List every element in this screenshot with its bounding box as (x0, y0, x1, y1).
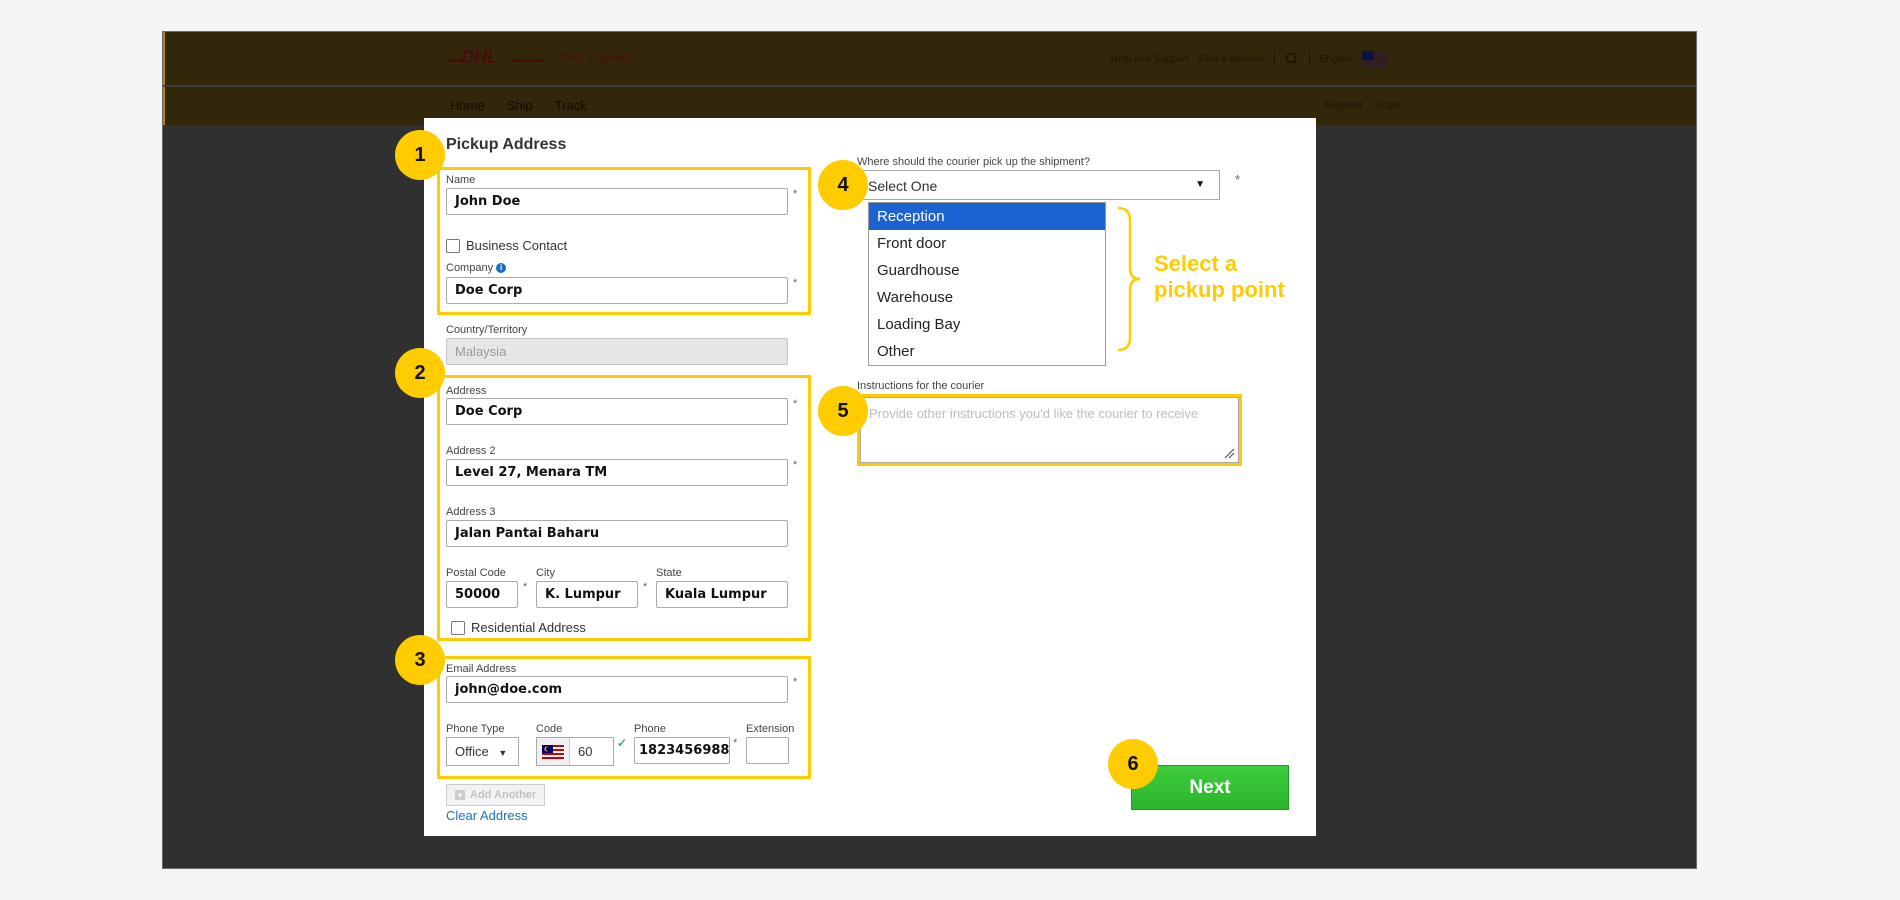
add-another-button[interactable]: + Add Another (446, 784, 546, 806)
option-loading-bay[interactable]: Loading Bay (869, 311, 1105, 338)
address3-input[interactable]: Jalan Pantai Baharu (446, 520, 788, 547)
city-input[interactable]: K. Lumpur (536, 581, 638, 608)
pickup-location-select[interactable]: Select One ▼ (857, 170, 1220, 200)
chevron-down-icon[interactable]: ⌄ (1398, 54, 1406, 65)
language-selector[interactable]: English (1320, 54, 1353, 65)
svg-text:DHL: DHL (461, 48, 498, 66)
residential-address-checkbox[interactable]: Residential Address (451, 620, 586, 635)
step-badge-6: 6 (1108, 739, 1158, 789)
required-mark: * (793, 398, 798, 410)
find-location-link[interactable]: Find a location (1199, 54, 1264, 65)
company-input[interactable]: Doe Corp (446, 277, 788, 304)
top-header: DHL DHL Express Help and Support Find a … (163, 32, 1696, 85)
country-code-input[interactable]: 60 (536, 737, 614, 766)
checkbox-box[interactable] (451, 620, 465, 635)
page-title: Pickup Address (446, 136, 567, 153)
city-label: City (536, 567, 555, 579)
nav-ship[interactable]: Ship (507, 98, 533, 113)
help-support-link[interactable]: Help and Support (1111, 54, 1189, 65)
address3-label: Address 3 (446, 506, 496, 518)
option-front-door[interactable]: Front door (869, 230, 1105, 257)
info-icon[interactable]: i (496, 263, 507, 274)
nav-home[interactable]: Home (450, 98, 485, 113)
pickup-location-label: Where should the courier pick up the shi… (857, 156, 1090, 168)
residential-label: Residential Address (471, 620, 586, 635)
malaysia-flag-icon (537, 738, 570, 765)
country-label: Country/Territory (446, 324, 528, 336)
email-label: Email Address (446, 663, 517, 675)
address-label: Address (446, 385, 487, 397)
annotation-text: Select a pickup point (1154, 251, 1285, 303)
email-input[interactable]: john@doe.com (446, 676, 788, 703)
postal-code-label: Postal Code (446, 567, 506, 579)
company-label: Company i (446, 262, 507, 274)
search-icon[interactable] (1285, 52, 1299, 66)
extension-input[interactable] (746, 737, 789, 764)
required-mark: * (793, 676, 798, 688)
annotation-line-2: pickup point (1154, 277, 1285, 302)
nav-track[interactable]: Track (555, 98, 587, 113)
step-badge-3: 3 (395, 635, 445, 685)
brand-name: DHL Express (561, 51, 632, 65)
phone-type-select[interactable]: Office ▼ (446, 737, 519, 766)
required-mark: * (793, 277, 798, 289)
pickup-address-modal: Pickup Address Name John Doe * Business … (395, 118, 1316, 836)
option-warehouse[interactable]: Warehouse (869, 284, 1105, 311)
instructions-label: Instructions for the courier (857, 380, 985, 392)
country-input: Malaysia (446, 338, 788, 365)
phone-type-label: Phone Type (446, 723, 505, 735)
add-another-label: Add Another (470, 789, 537, 801)
address2-input[interactable]: Level 27, Menara TM (446, 459, 788, 486)
resize-handle-icon[interactable] (1223, 447, 1235, 459)
login-link[interactable]: Login (1377, 100, 1401, 111)
curly-brace-annotation (1117, 206, 1141, 352)
address-input[interactable]: Doe Corp (446, 398, 788, 425)
instructions-textarea[interactable]: Provide other instructions you'd like th… (860, 397, 1239, 463)
state-label: State (656, 567, 682, 579)
required-mark: * (793, 188, 798, 200)
option-other[interactable]: Other (869, 338, 1105, 365)
required-mark: * (793, 459, 798, 471)
option-reception[interactable]: Reception (869, 203, 1105, 230)
valid-check-icon: ✓ (617, 736, 628, 750)
required-mark: * (1235, 172, 1241, 187)
code-value: 60 (578, 744, 593, 759)
plus-icon: + (455, 790, 465, 800)
state-input[interactable]: Kuala Lumpur (656, 581, 788, 608)
business-contact-label: Business Contact (466, 238, 568, 253)
code-label: Code (536, 723, 563, 735)
step-badge-2: 2 (395, 348, 445, 398)
checkbox-box[interactable] (446, 238, 460, 253)
name-input[interactable]: John Doe (446, 188, 788, 215)
required-mark: * (523, 581, 528, 593)
phone-type-value: Office (455, 744, 489, 759)
step-badge-4: 4 (818, 160, 868, 210)
divider (1308, 52, 1310, 66)
dhl-logo-icon: DHL (449, 48, 543, 66)
required-mark: * (643, 581, 648, 593)
caret-down-icon: ▼ (498, 748, 508, 758)
register-link[interactable]: Register (1325, 100, 1362, 111)
utility-links: Help and Support Find a location English… (1111, 51, 1406, 67)
extension-label: Extension (746, 723, 795, 735)
address2-label: Address 2 (446, 445, 496, 457)
required-mark: * (733, 737, 738, 749)
pickup-options-list: Reception Front door Guardhouse Warehous… (868, 202, 1106, 366)
phone-input[interactable]: 1823456988 (634, 737, 730, 764)
pickup-selected-value: Select One (868, 178, 938, 194)
company-label-text: Company (446, 262, 494, 274)
malaysia-flag-icon[interactable] (1362, 51, 1389, 67)
clear-address-link[interactable]: Clear Address (446, 808, 528, 823)
caret-down-icon: ▼ (1195, 179, 1205, 190)
option-guardhouse[interactable]: Guardhouse (869, 257, 1105, 284)
business-contact-checkbox[interactable]: Business Contact (446, 238, 567, 253)
phone-label: Phone (634, 723, 666, 735)
divider (1273, 52, 1275, 66)
step-badge-1: 1 (395, 130, 445, 180)
instructions-placeholder: Provide other instructions you'd like th… (869, 406, 1199, 421)
step-badge-5: 5 (818, 386, 868, 436)
postal-code-input[interactable]: 50000 (446, 581, 518, 608)
annotation-line-1: Select a (1154, 251, 1238, 276)
name-label: Name (446, 174, 476, 186)
